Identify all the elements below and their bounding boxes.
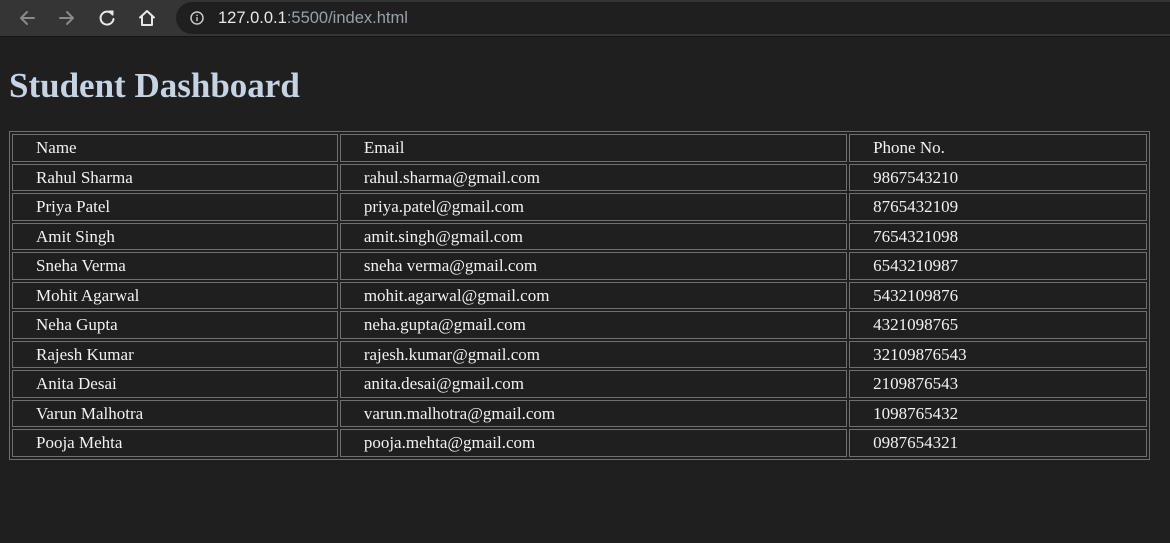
table-header: Name Email Phone No.	[12, 134, 1147, 162]
cell-email: neha.gupta@gmail.com	[339, 311, 848, 339]
cell-email: sneha verma@gmail.com	[339, 252, 848, 280]
cell-email: amit.singh@gmail.com	[339, 222, 848, 250]
forward-button[interactable]	[53, 4, 81, 32]
cell-name: Pooja Mehta	[12, 429, 338, 457]
table-row: Rajesh Kumar rajesh.kumar@gmail.com 3210…	[12, 340, 1147, 368]
cell-phone: 2109876543	[849, 370, 1147, 398]
url-text[interactable]: 127.0.0.1:5500/index.html	[218, 8, 408, 28]
students-table: Name Email Phone No. Rahul Sharma rahul.…	[9, 131, 1150, 460]
info-icon[interactable]	[190, 11, 204, 25]
cell-email: anita.desai@gmail.com	[339, 370, 848, 398]
home-icon	[139, 10, 155, 26]
cell-name: Sneha Verma	[12, 252, 338, 280]
table-row: Pooja Mehta pooja.mehta@gmail.com 098765…	[12, 429, 1147, 457]
arrow-left-icon	[20, 11, 35, 25]
cell-phone: 4321098765	[849, 311, 1147, 339]
table-row: Anita Desai anita.desai@gmail.com 210987…	[12, 370, 1147, 398]
cell-phone: 9867543210	[849, 163, 1147, 191]
table-row: Rahul Sharma rahul.sharma@gmail.com 9867…	[12, 163, 1147, 191]
table-row: Amit Singh amit.singh@gmail.com 76543210…	[12, 222, 1147, 250]
table-row: Mohit Agarwal mohit.agarwal@gmail.com 54…	[12, 281, 1147, 309]
cell-email: pooja.mehta@gmail.com	[339, 429, 848, 457]
reload-icon	[99, 10, 115, 26]
cell-name: Neha Gupta	[12, 311, 338, 339]
students-table-wrapper: Name Email Phone No. Rahul Sharma rahul.…	[9, 131, 1150, 460]
home-button[interactable]	[133, 4, 161, 32]
table-row: Varun Malhotra varun.malhotra@gmail.com …	[12, 399, 1147, 427]
url-path: :5500/index.html	[286, 9, 408, 27]
address-bar[interactable]: 127.0.0.1:5500/index.html	[176, 2, 1170, 34]
cell-email: varun.malhotra@gmail.com	[339, 399, 848, 427]
table-body: Rahul Sharma rahul.sharma@gmail.com 9867…	[12, 163, 1147, 457]
cell-phone: 1098765432	[849, 399, 1147, 427]
url-host: 127.0.0.1	[218, 9, 287, 27]
back-button[interactable]	[13, 4, 41, 32]
browser-toolbar: 127.0.0.1:5500/index.html	[0, 0, 1170, 37]
cell-name: Rajesh Kumar	[12, 340, 338, 368]
cell-name: Priya Patel	[12, 193, 338, 221]
cell-name: Varun Malhotra	[12, 399, 338, 427]
header-row: Name Email Phone No.	[12, 134, 1147, 162]
cell-phone: 5432109876	[849, 281, 1147, 309]
reload-button[interactable]	[93, 4, 121, 32]
cell-name: Amit Singh	[12, 222, 338, 250]
cell-email: rajesh.kumar@gmail.com	[339, 340, 848, 368]
cell-phone: 8765432109	[849, 193, 1147, 221]
cell-name: Rahul Sharma	[12, 163, 338, 191]
page-title: Student Dashboard	[9, 66, 300, 105]
table-row: Priya Patel priya.patel@gmail.com 876543…	[12, 193, 1147, 221]
cell-email: priya.patel@gmail.com	[339, 193, 848, 221]
table-row: Neha Gupta neha.gupta@gmail.com 43210987…	[12, 311, 1147, 339]
cell-name: Anita Desai	[12, 370, 338, 398]
arrow-right-icon	[59, 11, 74, 25]
column-header-name: Name	[12, 134, 338, 162]
cell-phone: 6543210987	[849, 252, 1147, 280]
cell-email: rahul.sharma@gmail.com	[339, 163, 848, 191]
cell-phone: 32109876543	[849, 340, 1147, 368]
table-row: Sneha Verma sneha verma@gmail.com 654321…	[12, 252, 1147, 280]
cell-email: mohit.agarwal@gmail.com	[339, 281, 848, 309]
cell-name: Mohit Agarwal	[12, 281, 338, 309]
cell-phone: 0987654321	[849, 429, 1147, 457]
column-header-email: Email	[339, 134, 848, 162]
column-header-phone: Phone No.	[849, 134, 1147, 162]
cell-phone: 7654321098	[849, 222, 1147, 250]
